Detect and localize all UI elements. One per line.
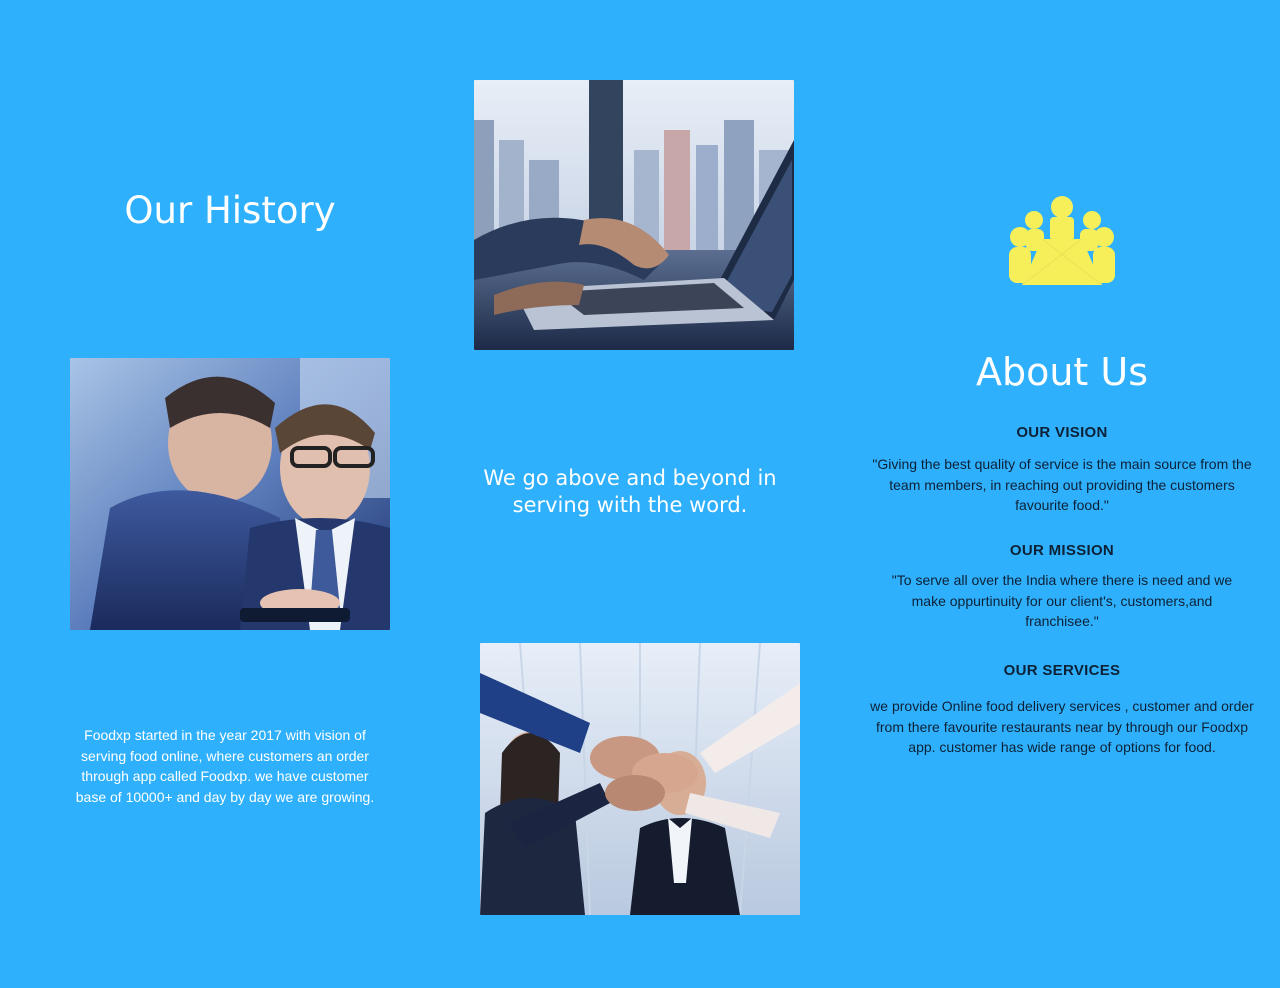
history-description: Foodxp started in the year 2017 with vis… — [75, 727, 375, 805]
history-title: Our History — [124, 189, 336, 232]
business-men-photo — [70, 358, 390, 630]
business-men-image — [70, 358, 390, 630]
services-text: we provide Online food delivery services… — [870, 698, 1254, 755]
tagline-line-1: We go above and beyond in — [483, 466, 777, 490]
team-meeting-icon-svg — [1009, 196, 1115, 286]
team-meeting-icon — [1004, 193, 1120, 289]
team-hands-image — [480, 643, 800, 915]
vision-text: "Giving the best quality of service is t… — [872, 456, 1252, 513]
mission-title: OUR MISSION — [1009, 542, 1115, 559]
team-hands-photo — [480, 643, 800, 915]
about-title: About Us — [975, 350, 1149, 394]
services-title: OUR SERVICES — [1003, 662, 1121, 679]
vision-title: OUR VISION — [1016, 424, 1108, 441]
mission-text: "To serve all over the India where there… — [891, 572, 1233, 629]
tagline: We go above and beyond in serving with t… — [460, 465, 800, 519]
laptop-photo — [474, 80, 794, 350]
tagline-line-2: serving with the word. — [512, 493, 748, 517]
laptop-image — [474, 80, 794, 350]
